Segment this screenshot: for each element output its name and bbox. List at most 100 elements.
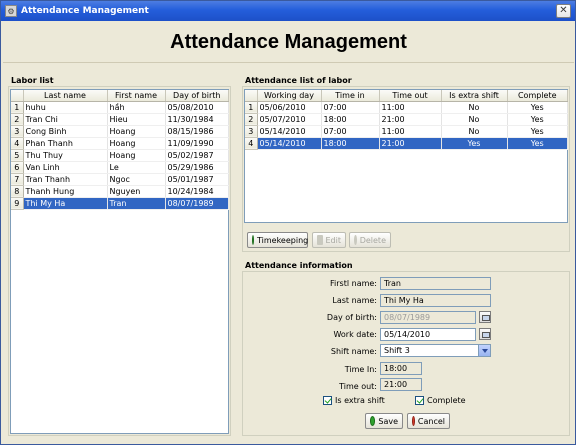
table-row[interactable]: 5 Thu Thuy Hoang 05/02/1987 — [11, 149, 229, 162]
cell-first-name[interactable]: Hoang — [107, 149, 166, 162]
col-is-extra-shift[interactable]: Is extra shift — [441, 90, 508, 102]
cell-time-in[interactable]: 18:00 — [321, 113, 380, 126]
cell-first-name[interactable]: Hieu — [107, 113, 166, 126]
cell-working-day[interactable]: 05/07/2010 — [257, 113, 322, 126]
row-number[interactable]: 8 — [11, 185, 24, 198]
table-row[interactable]: 4 Phan Thanh Hoang 11/09/1990 — [11, 137, 229, 150]
cell-first-name[interactable]: Ngoc — [107, 173, 166, 186]
checkbox-checked-icon[interactable] — [323, 396, 332, 405]
cell-time-out[interactable]: 11:00 — [379, 125, 442, 138]
complete-checkbox[interactable]: Complete — [415, 396, 466, 405]
edit-button[interactable]: Edit — [312, 232, 346, 248]
labor-table[interactable]: Last name First name Day of birth 1 huhu h… — [11, 90, 229, 210]
cell-complete[interactable]: Yes — [507, 101, 568, 114]
cell-working-day[interactable]: 05/06/2010 — [257, 101, 322, 114]
row-number[interactable]: 4 — [11, 137, 24, 150]
work-date-input[interactable]: 05/14/2010 — [380, 328, 476, 341]
col-time-out[interactable]: Time out — [379, 90, 442, 102]
cell-time-out[interactable]: 21:00 — [379, 113, 442, 126]
cell-day-of-birth[interactable]: 05/02/1987 — [165, 149, 229, 162]
table-row[interactable]: 4 05/14/2010 18:00 21:00 Yes Yes — [245, 137, 568, 150]
col-day-of-birth[interactable]: Day of birth — [165, 90, 229, 102]
shift-select[interactable]: Shift 3 — [380, 344, 491, 357]
cell-is-extra-shift[interactable]: No — [441, 113, 508, 126]
cell-complete[interactable]: Yes — [507, 125, 568, 138]
cell-day-of-birth[interactable]: 05/08/2010 — [165, 101, 229, 114]
cell-is-extra-shift[interactable]: No — [441, 125, 508, 138]
row-number[interactable]: 7 — [11, 173, 24, 186]
row-number[interactable]: 5 — [11, 149, 24, 162]
cell-last-name[interactable]: Thanh Hung — [23, 185, 108, 198]
table-row[interactable]: 7 Tran Thanh Ngoc 05/01/1987 — [11, 173, 229, 186]
cell-day-of-birth[interactable]: 05/01/1987 — [165, 173, 229, 186]
cell-last-name[interactable]: Tran Thanh — [23, 173, 108, 186]
labor-grid[interactable]: Last name First name Day of birth 1 huhu h… — [10, 89, 229, 434]
cell-last-name[interactable]: Cong Binh — [23, 125, 108, 138]
close-button[interactable]: ✕ — [556, 4, 571, 18]
cell-last-name[interactable]: Thu Thuy — [23, 149, 108, 162]
extra-shift-checkbox[interactable]: Is extra shift — [323, 396, 385, 405]
table-row[interactable]: 2 Tran Chi Hieu 11/30/1984 — [11, 113, 229, 126]
time-in-field[interactable]: 18:00 — [380, 362, 422, 375]
cell-is-extra-shift[interactable]: Yes — [441, 137, 508, 150]
row-number[interactable]: 6 — [11, 161, 24, 174]
col-last-name[interactable]: Last name — [23, 90, 108, 102]
cell-complete[interactable]: Yes — [507, 137, 568, 150]
col-time-in[interactable]: Time in — [321, 90, 380, 102]
cell-day-of-birth[interactable]: 11/09/1990 — [165, 137, 229, 150]
cell-time-in[interactable]: 07:00 — [321, 125, 380, 138]
cell-last-name[interactable]: Van Linh — [23, 161, 108, 174]
table-row[interactable]: 9 Thi My Ha Tran 08/07/1989 — [11, 197, 229, 210]
col-working-day[interactable]: Working day — [257, 90, 322, 102]
row-number[interactable]: 4 — [245, 137, 258, 150]
time-out-field[interactable]: 21:00 — [380, 378, 422, 391]
row-number[interactable]: 9 — [11, 197, 24, 210]
save-button[interactable]: Save — [365, 413, 403, 429]
checkbox-checked-icon[interactable] — [415, 396, 424, 405]
title-bar[interactable]: ⚙ Attendance Management ✕ — [1, 1, 575, 21]
cell-time-in[interactable]: 18:00 — [321, 137, 380, 150]
table-row[interactable]: 3 05/14/2010 07:00 11:00 No Yes — [245, 125, 568, 138]
chevron-down-icon[interactable] — [478, 345, 490, 356]
cell-working-day[interactable]: 05/14/2010 — [257, 137, 322, 150]
cell-first-name[interactable]: Le — [107, 161, 166, 174]
table-row[interactable]: 8 Thanh Hung Nguyen 10/24/1984 — [11, 185, 229, 198]
row-number[interactable]: 3 — [245, 125, 258, 138]
cell-day-of-birth[interactable]: 10/24/1984 — [165, 185, 229, 198]
row-number[interactable]: 2 — [245, 113, 258, 126]
timekeeping-button[interactable]: Timekeeping — [247, 232, 308, 248]
row-number[interactable]: 3 — [11, 125, 24, 138]
cancel-button[interactable]: Cancel — [407, 413, 450, 429]
table-row[interactable]: 1 05/06/2010 07:00 11:00 No Yes — [245, 101, 568, 114]
cell-last-name[interactable]: Thi My Ha — [23, 197, 108, 210]
cell-day-of-birth[interactable]: 08/07/1989 — [165, 197, 229, 210]
cell-time-in[interactable]: 07:00 — [321, 101, 380, 114]
cell-first-name[interactable]: Hoang — [107, 125, 166, 138]
row-number[interactable]: 1 — [245, 101, 258, 114]
cell-last-name[interactable]: Tran Chi — [23, 113, 108, 126]
cell-is-extra-shift[interactable]: No — [441, 101, 508, 114]
table-row[interactable]: 2 05/07/2010 18:00 21:00 No Yes — [245, 113, 568, 126]
cell-first-name[interactable]: hầh — [107, 101, 166, 114]
row-number[interactable]: 1 — [11, 101, 24, 114]
cell-first-name[interactable]: Hoang — [107, 137, 166, 150]
cell-time-out[interactable]: 21:00 — [379, 137, 442, 150]
row-number[interactable]: 2 — [11, 113, 24, 126]
cell-last-name[interactable]: Phan Thanh — [23, 137, 108, 150]
cell-last-name[interactable]: huhu — [23, 101, 108, 114]
delete-button[interactable]: Delete — [349, 232, 391, 248]
cell-first-name[interactable]: Tran — [107, 197, 166, 210]
cell-working-day[interactable]: 05/14/2010 — [257, 125, 322, 138]
attendance-grid[interactable]: Working day Time in Time out Is extra sh… — [244, 89, 568, 223]
table-row[interactable]: 1 huhu hầh 05/08/2010 — [11, 101, 229, 114]
col-first-name[interactable]: First name — [107, 90, 166, 102]
table-row[interactable]: 6 Van Linh Le 05/29/1986 — [11, 161, 229, 174]
cell-day-of-birth[interactable]: 08/15/1986 — [165, 125, 229, 138]
table-row[interactable]: 3 Cong Binh Hoang 08/15/1986 — [11, 125, 229, 138]
cell-time-out[interactable]: 11:00 — [379, 101, 442, 114]
attendance-table[interactable]: Working day Time in Time out Is extra sh… — [245, 90, 568, 150]
cell-day-of-birth[interactable]: 05/29/1986 — [165, 161, 229, 174]
col-complete[interactable]: Complete — [507, 90, 568, 102]
cell-day-of-birth[interactable]: 11/30/1984 — [165, 113, 229, 126]
cell-first-name[interactable]: Nguyen — [107, 185, 166, 198]
